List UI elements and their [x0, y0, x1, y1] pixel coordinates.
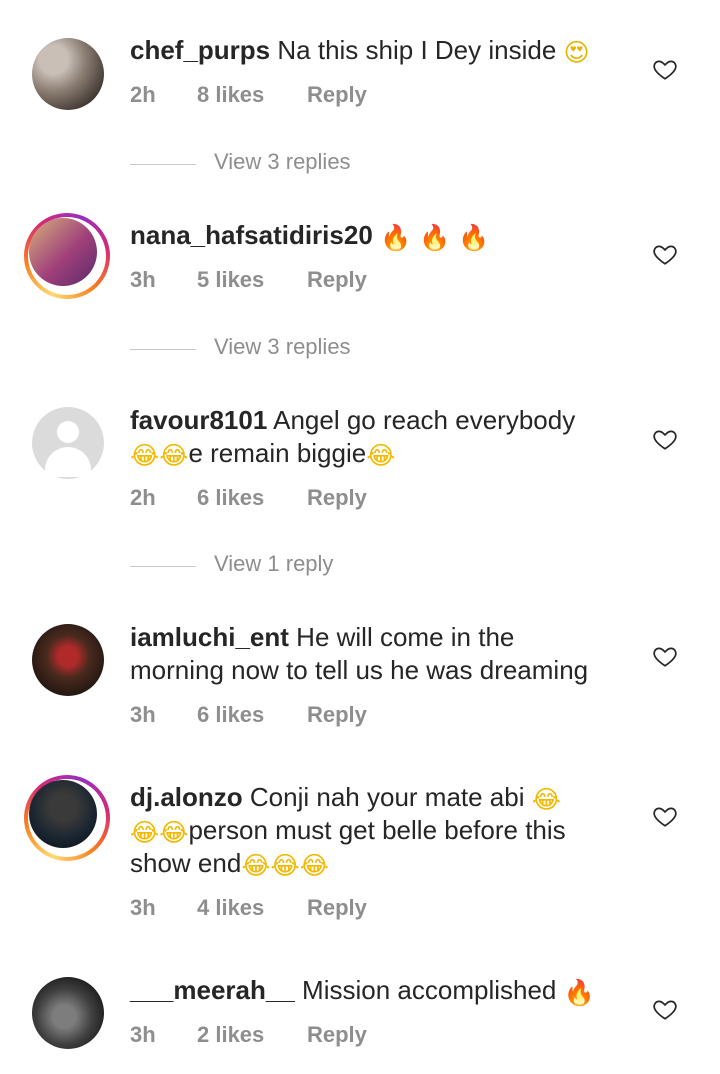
- comment-body: person must get belle before this: [188, 815, 566, 845]
- comment-body: Angel go reach everybody: [273, 405, 576, 435]
- comment-text: favour8101 Angel go reach everybody 😂😂e …: [130, 404, 630, 470]
- likes-count[interactable]: 6 likes: [197, 485, 264, 511]
- laughing-emoji: 😂😂😂: [241, 851, 329, 880]
- timestamp: 3h: [130, 267, 156, 292]
- comment-body: e remain biggie: [188, 438, 367, 468]
- fire-emoji: 🔥 🔥 🔥: [380, 223, 490, 252]
- likes-count[interactable]: 8 likes: [197, 82, 264, 108]
- avatar[interactable]: [32, 407, 104, 479]
- likes-count[interactable]: 6 likes: [197, 702, 264, 728]
- username[interactable]: ___meerah__: [130, 975, 295, 1005]
- comment-body: show end: [130, 848, 242, 878]
- reply-button[interactable]: Reply: [307, 702, 367, 728]
- view-replies-label[interactable]: View 1 reply: [214, 551, 333, 577]
- view-replies-label[interactable]: View 3 replies: [214, 334, 351, 360]
- reply-button[interactable]: Reply: [307, 82, 367, 108]
- laughing-emoji: 😂: [366, 441, 396, 470]
- avatar[interactable]: [24, 213, 110, 299]
- heart-icon[interactable]: [652, 56, 678, 82]
- heart-icon[interactable]: [652, 643, 678, 669]
- heart-icon[interactable]: [652, 803, 678, 829]
- comment-text: nana_hafsatidiris20 🔥 🔥 🔥: [130, 219, 630, 252]
- likes-count[interactable]: 5 likes: [197, 267, 264, 293]
- avatar[interactable]: [24, 775, 110, 861]
- comment-body: morning now to tell us he was dreaming: [130, 655, 589, 685]
- reply-button[interactable]: Reply: [307, 485, 367, 511]
- timestamp: 2h: [130, 82, 156, 107]
- view-replies[interactable]: View 3 replies: [130, 149, 430, 179]
- view-replies[interactable]: View 1 reply: [130, 551, 430, 581]
- heart-icon[interactable]: [652, 426, 678, 452]
- comment-text: ___meerah__ Mission accomplished 🔥: [130, 974, 630, 1007]
- timestamp: 2h: [130, 485, 156, 510]
- heart-eyes-emoji: 😍: [563, 38, 590, 67]
- fire-emoji: 🔥: [563, 978, 595, 1007]
- comment-body: He will come in the: [296, 622, 515, 652]
- reply-button[interactable]: Reply: [307, 895, 367, 921]
- timestamp: 3h: [130, 895, 156, 920]
- timestamp: 3h: [130, 1022, 156, 1047]
- comment-body: Mission accomplished: [302, 975, 557, 1005]
- comment-body: Conji nah your mate abi: [249, 782, 525, 812]
- reply-button[interactable]: Reply: [307, 1022, 367, 1048]
- timestamp: 3h: [130, 702, 156, 727]
- view-replies[interactable]: View 3 replies: [130, 334, 430, 364]
- heart-icon[interactable]: [652, 241, 678, 267]
- username[interactable]: chef_purps: [130, 35, 270, 65]
- comment-text: chef_purps Na this ship I Dey inside 😍: [130, 34, 630, 67]
- view-replies-label[interactable]: View 3 replies: [214, 149, 351, 175]
- username[interactable]: favour8101: [130, 405, 267, 435]
- likes-count[interactable]: 2 likes: [197, 1022, 264, 1048]
- comment-text: dj.alonzo Conji nah your mate abi 😂 😂😂pe…: [130, 781, 630, 880]
- comment-body: Na this ship I Dey inside: [277, 35, 557, 65]
- username[interactable]: nana_hafsatidiris20: [130, 220, 373, 250]
- reply-button[interactable]: Reply: [307, 267, 367, 293]
- avatar[interactable]: [32, 977, 104, 1049]
- laughing-emoji: 😂😂: [130, 441, 189, 470]
- username[interactable]: iamluchi_ent: [130, 622, 289, 652]
- heart-icon[interactable]: [652, 996, 678, 1022]
- username[interactable]: dj.alonzo: [130, 782, 243, 812]
- laughing-emoji: 😂: [531, 785, 561, 814]
- comment-text: iamluchi_ent He will come in the morning…: [130, 621, 630, 687]
- likes-count[interactable]: 4 likes: [197, 895, 264, 921]
- divider: [130, 164, 196, 165]
- divider: [130, 566, 196, 567]
- laughing-emoji: 😂😂: [130, 818, 189, 847]
- avatar[interactable]: [32, 38, 104, 110]
- avatar[interactable]: [32, 624, 104, 696]
- divider: [130, 349, 196, 350]
